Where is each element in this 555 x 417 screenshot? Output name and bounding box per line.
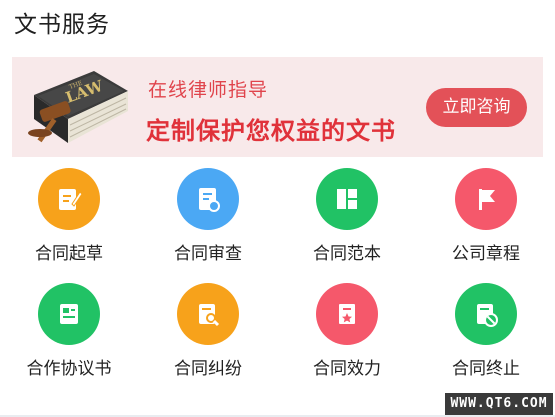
service-contract-review[interactable]: 合同审查 (139, 168, 277, 264)
watermark-logo: WWW.QT6.COM (445, 393, 553, 415)
flag-icon (455, 168, 517, 230)
banner-subtitle: 在线律师指导 (148, 79, 269, 101)
service-cooperation-agreement[interactable]: 合作协议书 (0, 283, 138, 379)
lawyer-consult-banner[interactable]: THE LAW 在线律师指导 定制保护您权益的文书 立即咨询 (12, 57, 543, 157)
document-magnifier-icon (177, 283, 239, 345)
service-label: 合同效力 (313, 359, 381, 379)
service-contract-dispute[interactable]: 合同纠纷 (139, 283, 277, 379)
certificate-star-icon (316, 283, 378, 345)
service-label: 合同审查 (174, 244, 242, 264)
service-label: 合同范本 (313, 244, 381, 264)
service-label: 合同纠纷 (174, 359, 242, 379)
agreement-document-icon (38, 283, 100, 345)
banner-headline: 定制保护您权益的文书 (146, 117, 396, 145)
service-contract-drafting[interactable]: 合同起草 (0, 168, 138, 264)
consult-now-button[interactable]: 立即咨询 (426, 88, 527, 127)
service-contract-validity[interactable]: 合同效力 (278, 283, 416, 379)
service-company-charter[interactable]: 公司章程 (417, 168, 555, 264)
service-label: 合同终止 (452, 359, 520, 379)
template-grid-icon (316, 168, 378, 230)
document-search-icon (177, 168, 239, 230)
page-title: 文书服务 (14, 12, 110, 38)
pencil-document-icon (38, 168, 100, 230)
service-contract-templates[interactable]: 合同范本 (278, 168, 416, 264)
law-book-gavel-icon: THE LAW (28, 71, 128, 143)
service-contract-termination[interactable]: 合同终止 (417, 283, 555, 379)
service-label: 合同起草 (35, 244, 103, 264)
service-label: 公司章程 (452, 244, 520, 264)
document-stop-icon (455, 283, 517, 345)
service-label: 合作协议书 (26, 359, 112, 379)
